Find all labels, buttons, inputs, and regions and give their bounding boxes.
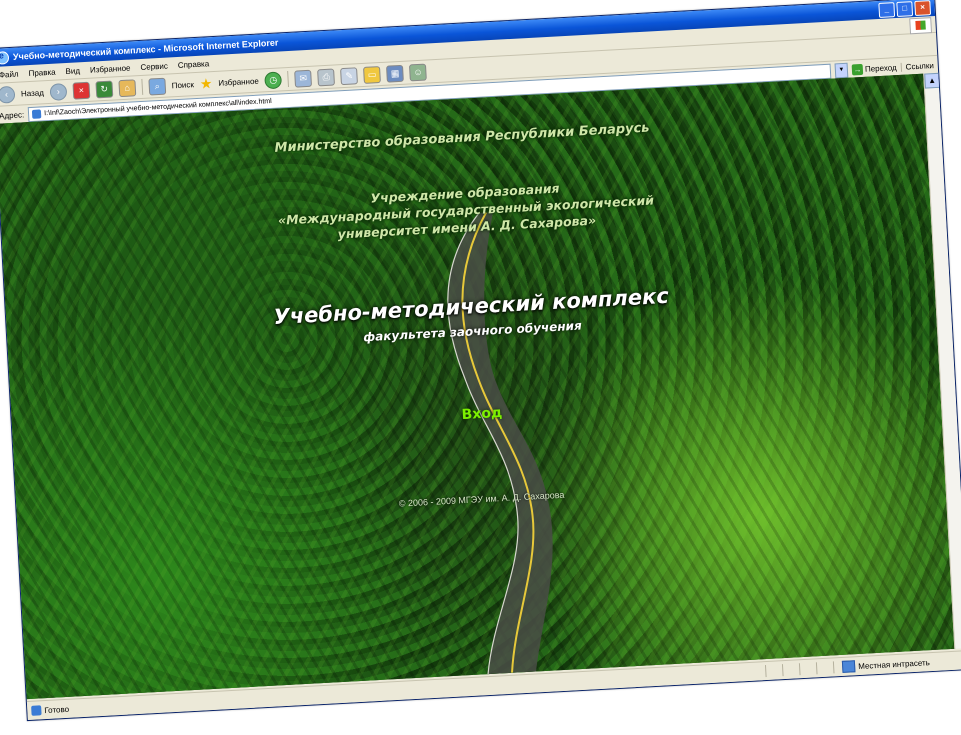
status-page-icon: [31, 705, 42, 716]
menu-tools[interactable]: Сервис: [140, 61, 168, 71]
intranet-icon: [841, 660, 856, 673]
status-text: Готово: [44, 704, 70, 715]
history-icon[interactable]: ◷: [264, 70, 283, 89]
road-asphalt: [447, 212, 553, 675]
back-button[interactable]: Назад: [21, 88, 44, 98]
research-icon[interactable]: ▦: [386, 64, 405, 83]
toolbar-separator: [287, 70, 290, 88]
favorites-button[interactable]: Избранное: [218, 76, 259, 87]
toolbar-separator: [141, 78, 144, 95]
stop-icon[interactable]: ×: [72, 81, 91, 100]
page-content: Министерство образования Республики Бела…: [0, 73, 956, 700]
status-cell: [781, 663, 800, 677]
menu-edit[interactable]: Правка: [28, 67, 55, 77]
edit-icon[interactable]: ✎: [340, 66, 359, 85]
address-dropdown-icon[interactable]: ▼: [834, 62, 849, 78]
search-icon[interactable]: ⌕: [148, 77, 167, 96]
search-button[interactable]: Поиск: [171, 80, 194, 90]
back-arrow-icon[interactable]: ‹: [0, 85, 16, 104]
zone-label: Местная интрасеть: [857, 657, 931, 671]
enter-link[interactable]: Вход: [452, 404, 513, 423]
page-icon: [31, 108, 42, 119]
status-cell: [798, 662, 817, 676]
security-zone: Местная интрасеть: [832, 654, 961, 674]
favorites-star-icon[interactable]: ★: [199, 75, 212, 92]
refresh-icon[interactable]: ↻: [95, 80, 114, 98]
home-icon[interactable]: ⌂: [118, 78, 137, 97]
window-controls: _ □ ×: [878, 0, 932, 18]
messenger-icon[interactable]: ☺: [409, 63, 428, 81]
windows-flag-icon: [909, 17, 933, 35]
menu-file[interactable]: Файл: [0, 69, 19, 79]
folder-icon[interactable]: ▭: [363, 65, 382, 84]
ie-logo-icon: [0, 50, 10, 65]
go-button[interactable]: → Переход: [851, 62, 897, 76]
menu-help[interactable]: Справка: [178, 59, 210, 70]
maximize-button[interactable]: □: [896, 0, 914, 17]
print-icon[interactable]: ⎙: [317, 68, 336, 86]
address-label: Адрес:: [0, 109, 25, 121]
minimize-button[interactable]: _: [878, 1, 896, 18]
links-button[interactable]: Ссылки: [900, 60, 935, 72]
menu-view[interactable]: Вид: [65, 66, 80, 76]
status-cell: [764, 664, 783, 678]
ie-window: Учебно-методический комплекс - Microsoft…: [0, 0, 961, 722]
mail-icon[interactable]: ✉: [294, 69, 313, 88]
menu-favorites[interactable]: Избранное: [90, 63, 131, 74]
go-label: Переход: [864, 62, 897, 74]
scroll-up-icon[interactable]: ▲: [924, 72, 941, 89]
close-button[interactable]: ×: [914, 0, 932, 16]
status-cell: [815, 661, 834, 675]
go-arrow-icon: →: [851, 63, 864, 76]
forward-arrow-icon[interactable]: ›: [49, 82, 68, 101]
